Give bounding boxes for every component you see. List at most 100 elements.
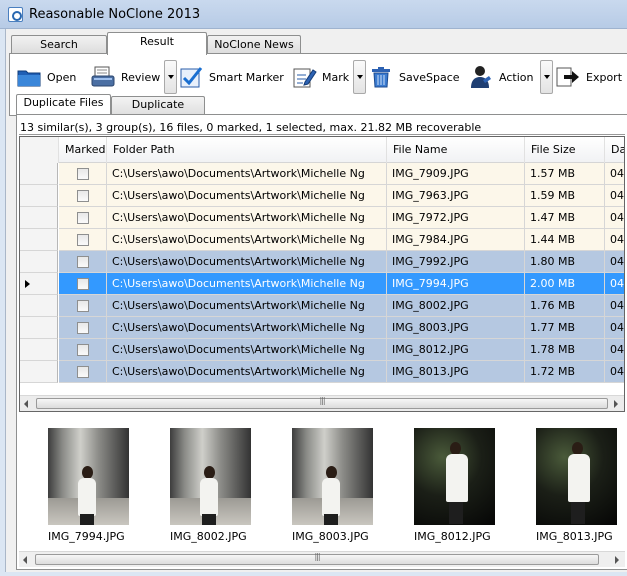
marked-cell	[59, 229, 107, 251]
file-size-cell: 1.59 MB	[525, 185, 605, 207]
photo-thumbnail[interactable]	[536, 428, 617, 525]
col-date-header[interactable]: Da	[605, 137, 624, 163]
table-row[interactable]: C:\Users\awo\Documents\Artwork\Michelle …	[20, 251, 624, 273]
thumbnail-label: IMG_8002.JPG	[170, 530, 247, 543]
current-row-indicator[interactable]	[20, 273, 58, 295]
mark-checkbox[interactable]	[77, 300, 89, 312]
mark-checkbox[interactable]	[77, 366, 89, 378]
review-dropdown-arrow[interactable]	[164, 60, 177, 94]
row-header[interactable]	[20, 163, 58, 185]
row-header[interactable]	[20, 339, 58, 361]
file-size-cell: 1.57 MB	[525, 163, 605, 185]
thumbnail-horizontal-scrollbar[interactable]	[19, 551, 625, 567]
col-file-name-header[interactable]: File Name	[387, 137, 525, 163]
mark-checkbox[interactable]	[77, 212, 89, 224]
file-name-cell: IMG_8002.JPG	[387, 295, 525, 317]
thumbnail-item[interactable]: IMG_8013.JPG	[536, 428, 617, 543]
row-header[interactable]	[20, 295, 58, 317]
table-row[interactable]: C:\Users\awo\Documents\Artwork\Michelle …	[20, 317, 624, 339]
thumb-scroll-thumb[interactable]	[35, 552, 599, 565]
table-row[interactable]: C:\Users\awo\Documents\Artwork\Michelle …	[20, 273, 624, 295]
mark-label: Mark	[322, 70, 350, 84]
file-name-cell: IMG_7963.JPG	[387, 185, 525, 207]
date-cell: 04/	[605, 295, 624, 317]
thumb-scroll-left-arrow[interactable]	[23, 556, 27, 564]
tab-result-label: Result	[140, 35, 174, 48]
row-header[interactable]	[20, 185, 58, 207]
mark-checkbox[interactable]	[77, 190, 89, 202]
thumbnail-label: IMG_7994.JPG	[48, 530, 125, 543]
photo-thumbnail[interactable]	[292, 428, 373, 525]
photo-thumbnail[interactable]	[414, 428, 495, 525]
action-label: Action	[499, 70, 534, 84]
table-row[interactable]: C:\Users\awo\Documents\Artwork\Michelle …	[20, 295, 624, 317]
row-header[interactable]	[20, 361, 58, 383]
table-row[interactable]: C:\Users\awo\Documents\Artwork\Michelle …	[20, 339, 624, 361]
mark-checkbox[interactable]	[77, 322, 89, 334]
mark-checkbox[interactable]	[77, 256, 89, 268]
thumbnail-item[interactable]: IMG_8002.JPG	[170, 428, 251, 543]
col-folder-path-header[interactable]: Folder Path	[107, 137, 387, 163]
action-button[interactable]: Action	[468, 60, 553, 94]
table-row[interactable]: C:\Users\awo\Documents\Artwork\Michelle …	[20, 361, 624, 383]
scroll-right-arrow[interactable]	[614, 400, 618, 408]
col-marked-header[interactable]: Marked	[59, 137, 107, 163]
table-row[interactable]: C:\Users\awo\Documents\Artwork\Michelle …	[20, 229, 624, 251]
tab-duplicate-files[interactable]: Duplicate Files	[16, 94, 111, 114]
window-title: Reasonable NoClone 2013	[29, 7, 201, 22]
row-header[interactable]	[20, 229, 58, 251]
thumbnail-label: IMG_8003.JPG	[292, 530, 369, 543]
tab-duplicate-folders[interactable]: Duplicate Folders	[111, 96, 205, 127]
row-header[interactable]	[20, 207, 58, 229]
scroll-left-arrow[interactable]	[24, 400, 28, 408]
open-button[interactable]: Open	[16, 62, 76, 92]
col-file-size-header[interactable]: File Size	[525, 137, 605, 163]
savespace-label: SaveSpace	[399, 70, 460, 84]
results-panel: 13 similar(s), 3 group(s), 16 files, 0 m…	[16, 114, 627, 570]
smart-marker-button[interactable]: Smart Marker	[178, 62, 284, 92]
tab-result[interactable]: Result	[107, 32, 207, 55]
thumbnail-item[interactable]: IMG_8012.JPG	[414, 428, 495, 543]
folder-path-cell: C:\Users\awo\Documents\Artwork\Michelle …	[107, 251, 387, 273]
mark-button[interactable]: Mark	[291, 60, 366, 94]
mark-dropdown-arrow[interactable]	[353, 60, 366, 94]
review-label: Review	[121, 70, 161, 84]
mark-checkbox[interactable]	[77, 234, 89, 246]
thumbnail-item[interactable]: IMG_8003.JPG	[292, 428, 373, 543]
table-row[interactable]: C:\Users\awo\Documents\Artwork\Michelle …	[20, 185, 624, 207]
table-row[interactable]: C:\Users\awo\Documents\Artwork\Michelle …	[20, 163, 624, 185]
file-size-cell: 1.77 MB	[525, 317, 605, 339]
file-name-cell: IMG_8013.JPG	[387, 361, 525, 383]
mark-checkbox[interactable]	[77, 278, 89, 290]
review-button[interactable]: Review	[90, 60, 177, 94]
tab-search[interactable]: Search	[11, 35, 107, 54]
file-name-cell: IMG_7994.JPG	[387, 273, 525, 295]
photo-thumbnail[interactable]	[170, 428, 251, 525]
title-bar: Reasonable NoClone 2013	[0, 0, 627, 29]
table-row[interactable]: C:\Users\awo\Documents\Artwork\Michelle …	[20, 207, 624, 229]
export-button[interactable]: Export	[555, 62, 622, 92]
grid-scroll-thumb[interactable]	[36, 396, 608, 409]
thumbnail-label: IMG_8012.JPG	[414, 530, 491, 543]
photo-thumbnail[interactable]	[48, 428, 129, 525]
folder-path-cell: C:\Users\awo\Documents\Artwork\Michelle …	[107, 361, 387, 383]
date-cell: 04/	[605, 229, 624, 251]
row-header[interactable]	[20, 251, 58, 273]
thumb-scroll-right-arrow[interactable]	[615, 556, 619, 564]
row-header[interactable]	[20, 317, 58, 339]
folder-path-cell: C:\Users\awo\Documents\Artwork\Michelle …	[107, 295, 387, 317]
mark-checkbox[interactable]	[77, 168, 89, 180]
smart-check-icon	[178, 64, 204, 90]
date-cell: 04/	[605, 361, 624, 383]
folder-path-cell: C:\Users\awo\Documents\Artwork\Michelle …	[107, 207, 387, 229]
pencil-note-icon	[291, 64, 317, 90]
thumbnail-item[interactable]: IMG_7994.JPG	[48, 428, 129, 543]
marked-cell	[59, 251, 107, 273]
action-dropdown-arrow[interactable]	[540, 60, 553, 94]
file-size-cell: 1.76 MB	[525, 295, 605, 317]
grid-horizontal-scrollbar[interactable]	[20, 395, 624, 411]
savespace-button[interactable]: SaveSpace	[368, 62, 460, 92]
folder-icon	[16, 64, 42, 90]
mark-checkbox[interactable]	[77, 344, 89, 356]
tab-noclone-news[interactable]: NoClone News	[207, 35, 301, 54]
